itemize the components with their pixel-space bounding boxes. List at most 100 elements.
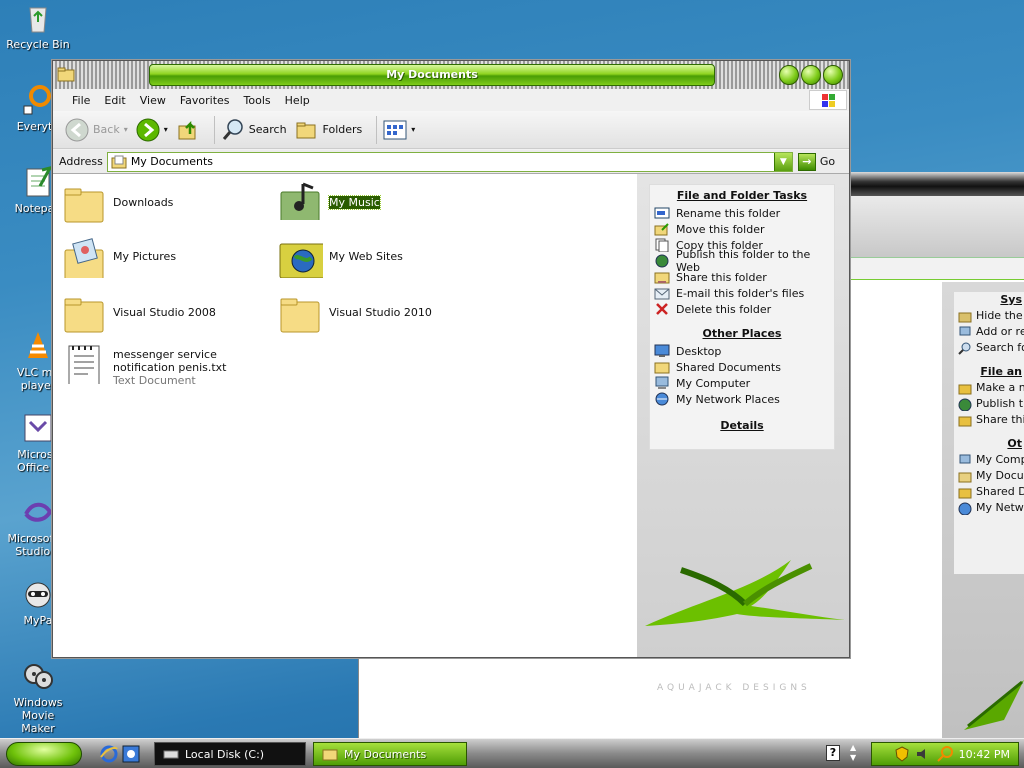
bg-panel-item[interactable]: My Docu bbox=[954, 468, 1024, 484]
menu-edit[interactable]: Edit bbox=[97, 94, 132, 107]
search-tray-icon[interactable] bbox=[936, 746, 953, 762]
explorer-window[interactable]: My Documents File Edit View Favorites To… bbox=[52, 60, 850, 693]
text-document-icon bbox=[68, 345, 100, 384]
network-icon bbox=[655, 392, 669, 406]
music-folder-icon bbox=[280, 182, 320, 220]
internet-explorer-icon[interactable] bbox=[100, 745, 118, 763]
tray-scroll-icon[interactable]: ▲ ▼ bbox=[850, 743, 856, 763]
desktop-icon-label: Windows Movie Maker bbox=[13, 696, 63, 735]
bg-panel-heading[interactable]: Sys bbox=[954, 292, 1024, 308]
clock[interactable]: 10:42 PM bbox=[959, 748, 1010, 761]
title-bar[interactable]: My Documents bbox=[53, 61, 849, 89]
file-tasks-heading[interactable]: File and Folder Tasks bbox=[650, 187, 834, 205]
task-delete-folder[interactable]: Delete this folder bbox=[650, 301, 834, 317]
file-item-selected[interactable]: My Music bbox=[279, 180, 381, 220]
share-folder-icon bbox=[654, 272, 670, 284]
shared-folder-icon bbox=[654, 362, 670, 374]
file-item[interactable]: Downloads bbox=[63, 184, 173, 224]
bg-panel-item[interactable]: Publish th bbox=[954, 396, 1024, 412]
back-arrow-icon bbox=[65, 118, 89, 141]
sound-icon[interactable] bbox=[915, 747, 931, 761]
up-folder-button[interactable] bbox=[176, 118, 200, 142]
close-button[interactable] bbox=[823, 65, 843, 85]
place-shared-documents[interactable]: Shared Documents bbox=[650, 359, 834, 375]
bg-panel-item[interactable]: My Netw bbox=[954, 500, 1024, 516]
up-folder-icon bbox=[178, 120, 196, 139]
task-publish-folder[interactable]: Publish this folder to the Web bbox=[650, 248, 834, 274]
menu-help[interactable]: Help bbox=[278, 94, 317, 107]
place-network[interactable]: My Network Places bbox=[650, 391, 834, 407]
file-item[interactable]: My Web Sites bbox=[279, 238, 403, 278]
details-heading[interactable]: Details bbox=[650, 417, 834, 435]
file-item[interactable]: Visual Studio 2010 bbox=[279, 294, 432, 334]
address-value: My Documents bbox=[130, 155, 214, 168]
xbox-x-logo bbox=[944, 660, 1024, 736]
bg-panel-item[interactable]: Add or re bbox=[954, 324, 1024, 340]
task-rename-folder[interactable]: Rename this folder bbox=[650, 205, 834, 221]
task-email-files[interactable]: E-mail this folder's files bbox=[650, 285, 834, 301]
file-item[interactable]: My Pictures bbox=[63, 238, 176, 278]
address-bar: Address My Documents ▼ → Go bbox=[53, 150, 849, 174]
desktop-icon bbox=[654, 344, 670, 357]
bg-panel-item[interactable]: Search fo bbox=[954, 340, 1024, 356]
taskbar-item-local-disk[interactable]: Local Disk (C:) bbox=[154, 742, 306, 766]
back-button[interactable]: Back ▾ bbox=[65, 118, 128, 142]
menu-view[interactable]: View bbox=[133, 94, 173, 107]
folders-button[interactable]: Folders bbox=[295, 118, 362, 142]
background-window-panel: Sys Hide the Add or re Search fo File an… bbox=[954, 292, 1024, 574]
pictures-folder-icon bbox=[64, 238, 104, 278]
office-icon bbox=[22, 412, 54, 444]
recycle-bin-icon bbox=[22, 2, 54, 34]
address-input[interactable]: My Documents ▼ bbox=[106, 151, 793, 172]
notepad-icon bbox=[22, 165, 54, 198]
ie-quicklaunch-icon[interactable] bbox=[122, 745, 140, 763]
bg-panel-item[interactable]: Shared D bbox=[954, 484, 1024, 500]
folder-icon bbox=[64, 298, 104, 333]
go-button[interactable]: → Go bbox=[797, 152, 835, 171]
desktop-icon-movie-maker[interactable]: Windows Movie Maker bbox=[0, 660, 76, 735]
start-button[interactable] bbox=[6, 742, 82, 766]
forward-button[interactable]: ▾ bbox=[136, 118, 168, 142]
file-item[interactable]: messenger service notification penis.txt… bbox=[63, 344, 263, 387]
menu-file[interactable]: File bbox=[65, 94, 97, 107]
everything-search-icon bbox=[22, 84, 54, 116]
help-icon[interactable]: ? bbox=[826, 745, 840, 761]
toolbar-separator bbox=[213, 115, 215, 144]
documents-icon bbox=[958, 470, 972, 483]
taskbar-item-my-documents[interactable]: My Documents bbox=[313, 742, 467, 766]
task-move-folder[interactable]: Move this folder bbox=[650, 221, 834, 237]
task-pane-box: File and Folder Tasks Rename this folder… bbox=[649, 184, 835, 450]
menu-favorites[interactable]: Favorites bbox=[173, 94, 237, 107]
raccoon-icon bbox=[22, 578, 54, 610]
desktop-icon-recycle-bin[interactable]: Recycle Bin bbox=[0, 2, 76, 51]
bg-panel-item[interactable]: Make a n bbox=[954, 380, 1024, 396]
minimize-button[interactable] bbox=[779, 65, 799, 85]
bg-panel-heading[interactable]: File an bbox=[954, 364, 1024, 380]
movie-maker-icon bbox=[22, 660, 54, 692]
bg-panel-item[interactable]: Hide the bbox=[954, 308, 1024, 324]
forward-arrow-icon bbox=[136, 118, 160, 141]
place-desktop[interactable]: Desktop bbox=[650, 343, 834, 359]
computer-icon bbox=[958, 326, 972, 339]
file-item[interactable]: Visual Studio 2008 bbox=[63, 294, 216, 334]
views-button[interactable]: ▾ bbox=[383, 119, 415, 141]
shield-icon[interactable] bbox=[895, 746, 909, 762]
other-places-heading[interactable]: Other Places bbox=[650, 325, 834, 343]
bg-panel-item[interactable]: Share thi bbox=[954, 412, 1024, 428]
chevron-down-icon: ▾ bbox=[411, 125, 416, 134]
folder-icon bbox=[958, 382, 972, 395]
delete-x-icon bbox=[656, 303, 668, 315]
system-tray: 10:42 PM bbox=[871, 742, 1019, 766]
maximize-button[interactable] bbox=[801, 65, 821, 85]
address-dropdown-icon[interactable]: ▼ bbox=[773, 152, 792, 171]
views-icon bbox=[383, 120, 407, 139]
folder-icon bbox=[322, 749, 338, 761]
menu-tools[interactable]: Tools bbox=[237, 94, 278, 107]
folder-icon bbox=[958, 486, 972, 499]
search-button[interactable]: Search bbox=[221, 118, 287, 142]
bg-panel-item[interactable]: My Comp bbox=[954, 452, 1024, 468]
task-pane: File and Folder Tasks Rename this folder… bbox=[637, 174, 849, 693]
file-list[interactable]: Downloads My Music My Pictures My Web Si… bbox=[53, 174, 637, 657]
place-my-computer[interactable]: My Computer bbox=[650, 375, 834, 391]
bg-panel-heading[interactable]: Ot bbox=[954, 436, 1024, 452]
